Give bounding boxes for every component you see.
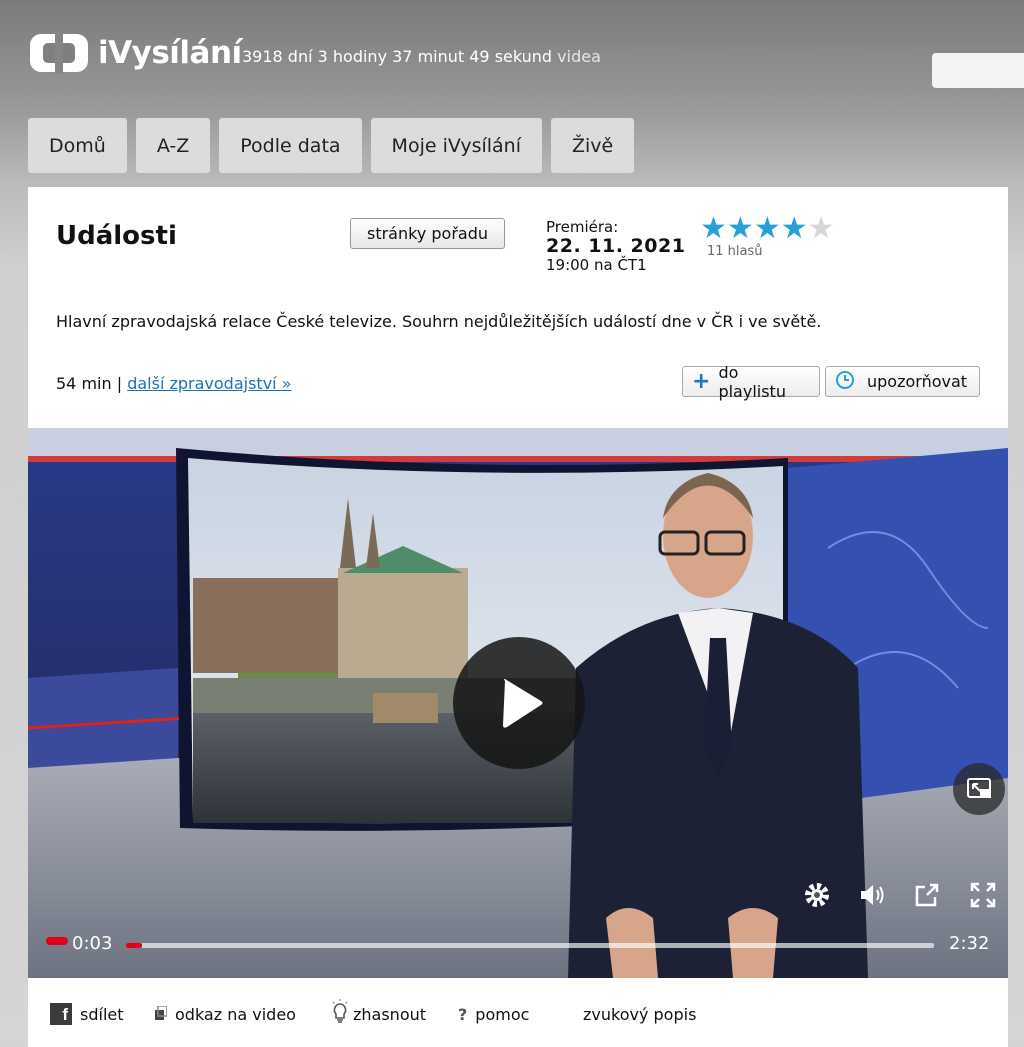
help-label: pomoc [475,1004,530,1024]
current-time: 0:03 [72,933,113,954]
counter-suffix: videa [557,47,601,66]
archive-counter: 3918 dní 3 hodiny 37 minut 49 sekund vid… [242,47,601,66]
play-icon [503,679,543,728]
page-title: Události [56,221,177,251]
nav-a-z[interactable]: A-Z [135,118,211,173]
program-page-button[interactable]: stránky pořadu [350,218,505,249]
main-nav: Domů A-Z Podle data Moje iVysílání Živě [28,118,635,173]
fullscreen-button[interactable] [968,880,998,910]
nav-my-ivysilani[interactable]: Moje iVysílání [370,118,543,173]
program-description: Hlavní zpravodajská relace České televiz… [56,312,822,331]
star-icon[interactable]: ★ [781,214,808,244]
premiere-time: 19:00 na ČT1 [546,256,647,274]
total-time: 2:32 [949,933,990,954]
seek-bar-progress [126,943,143,948]
video-link-button[interactable]: odkaz na video [155,999,296,1029]
nav-by-date[interactable]: Podle data [219,118,362,173]
seek-handle[interactable] [46,937,68,945]
program-panel: Události stránky pořadu Premiéra: 22. 11… [28,187,1008,1047]
video-link-label: odkaz na video [175,1004,296,1024]
dim-label: zhasnout [353,1004,427,1024]
plus-icon: + [692,368,711,394]
counter-text: 3918 dní 3 hodiny 37 minut 49 sekund [242,47,553,66]
help-icon: ? [458,1004,468,1024]
share-icon [915,883,939,907]
star-icon[interactable]: ★ [754,214,781,244]
rating-stars[interactable]: ★ ★ ★ ★ ★ [700,214,835,244]
star-icon[interactable]: ★ [727,214,754,244]
help-button[interactable]: ? pomoc [458,999,529,1029]
share-label: sdílet [80,1004,124,1024]
lightbulb-icon [331,999,349,1029]
dim-lights-button[interactable]: zhasnout [331,999,426,1029]
star-empty-icon[interactable]: ★ [808,214,835,244]
votes-count: 11 hlasů [707,244,763,259]
pip-button[interactable] [953,763,1005,815]
volume-button[interactable] [857,880,887,910]
play-button[interactable] [453,637,585,769]
search-input[interactable] [932,53,1024,88]
add-to-playlist-button[interactable]: + do playlistu [682,363,820,401]
pip-icon [967,778,991,798]
premiere-info: Premiéra: 22. 11. 2021 19:00 na ČT1 [546,218,685,275]
notify-label: upozorňovat [867,372,968,391]
fullscreen-icon [970,882,996,908]
premiere-date: 22. 11. 2021 [546,235,686,257]
meta-separator: | [116,374,123,393]
link-icon [155,1004,168,1024]
seek-bar[interactable] [126,943,934,948]
nav-home[interactable]: Domů [28,118,127,173]
video-actions-bar: f sdílet odkaz na video zhasnout ? pomoc… [28,999,1008,1029]
program-meta: 54 min | další zpravodajství » [56,374,291,393]
facebook-icon: f [50,1003,72,1025]
ct-logo-icon [28,32,90,74]
audio-description-label: zvukový popis [583,1004,697,1024]
notify-button[interactable]: upozorňovat [825,366,980,397]
audio-description-button[interactable]: zvukový popis [583,999,696,1029]
playlist-label: do playlistu [718,362,786,401]
ivysilani-logo[interactable]: iVysílání [28,32,242,74]
nav-live[interactable]: Živě [551,118,635,173]
settings-button[interactable] [802,880,832,910]
share-video-button[interactable] [912,880,942,910]
video-player[interactable]: 0:03 2:32 [28,428,1008,978]
more-news-link[interactable]: další zpravodajství » [127,374,291,393]
logo-text: iVysílání [98,35,242,71]
settings-icon [805,883,829,907]
share-button[interactable]: f sdílet [50,999,124,1029]
star-icon[interactable]: ★ [700,214,727,244]
clock-icon [835,370,855,394]
duration: 54 min [56,374,112,393]
volume-icon [861,885,884,905]
